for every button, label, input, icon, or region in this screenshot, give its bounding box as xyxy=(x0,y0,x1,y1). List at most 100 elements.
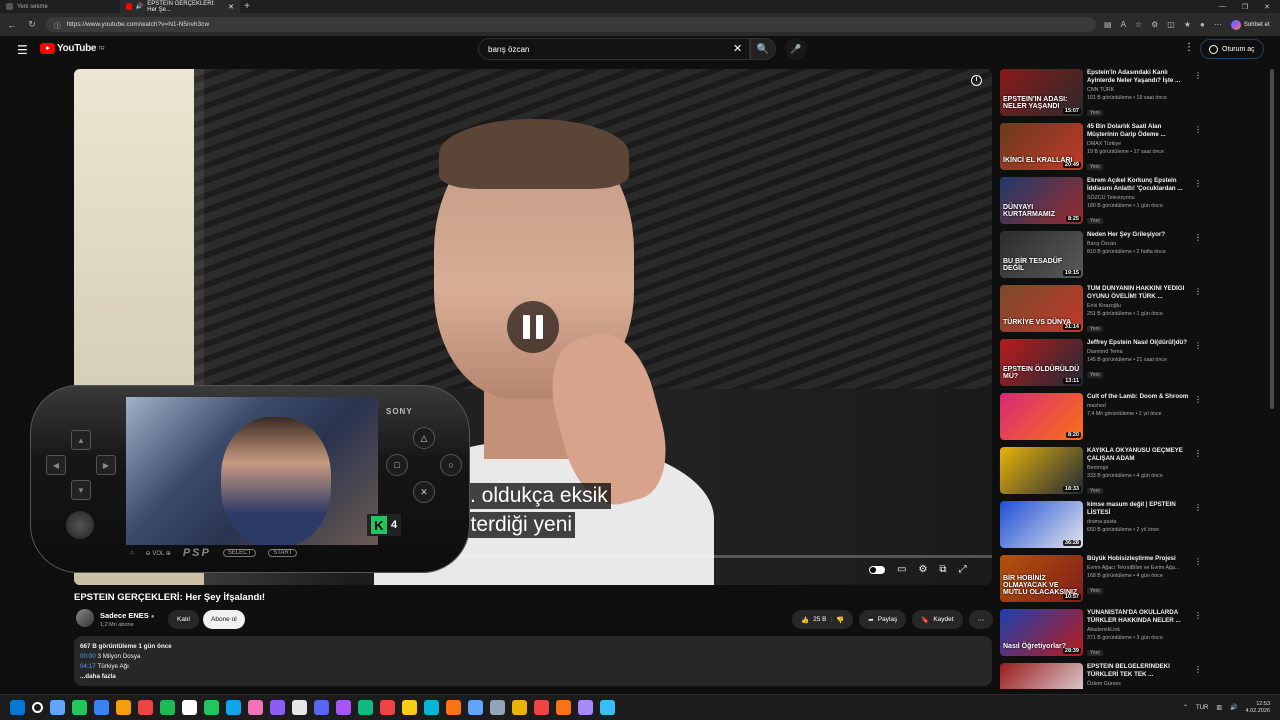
recommendation-thumbnail[interactable]: EPSTEIN'IN ADASI: NELER YAŞANDI 15:07 xyxy=(1000,69,1083,116)
recommendation-menu-icon[interactable]: ⋮ xyxy=(1194,449,1202,458)
tray-chevron-icon[interactable]: ⌃ xyxy=(1183,704,1188,711)
discord-icon[interactable] xyxy=(314,700,329,715)
more-icon[interactable]: ⋯ xyxy=(1214,20,1222,29)
search-icon[interactable] xyxy=(32,702,43,713)
spotify-icon[interactable] xyxy=(160,700,175,715)
refresh-icon[interactable]: ↻ xyxy=(26,19,38,30)
recommendation-channel[interactable]: Enis Kirazoğlu xyxy=(1087,303,1192,309)
new-tab-button[interactable]: + xyxy=(240,1,254,12)
recommendation-menu-icon[interactable]: ⋮ xyxy=(1194,71,1202,80)
recommendation-item[interactable]: EPSTEIN ÖLDÜRÜLDÜ MÜ? 13:11 Jeffrey Epst… xyxy=(1000,339,1210,393)
read-aloud-icon[interactable]: A xyxy=(1121,20,1126,29)
recommendation-title[interactable]: KAYIKLA OKYANUSU GEÇMEYE ÇALIŞAN ADAM xyxy=(1087,447,1192,463)
recommendation-title[interactable]: TÜM DÜNYANIN HAKKINI YEDİĞİ OYUNU ÖVELİM… xyxy=(1087,285,1192,301)
recommendation-thumbnail[interactable]: DÜNYAYI KURTARMAMIZ 8:25 xyxy=(1000,177,1083,224)
recommendation-menu-icon[interactable]: ⋮ xyxy=(1194,341,1202,350)
recommendation-item[interactable]: İKİNCİ EL KRALLARI 20:49 45 Bin Dolarlık… xyxy=(1000,123,1210,177)
subscribe-button[interactable]: Abone ol xyxy=(203,610,245,629)
recommendation-channel[interactable]: Özlem Gürses xyxy=(1087,681,1192,687)
recommendation-menu-icon[interactable]: ⋮ xyxy=(1194,557,1202,566)
thumbs-down-icon[interactable]: 👎 xyxy=(836,616,844,624)
recommendation-thumbnail[interactable]: BU BİR TESADÜF DEĞİL 19:15 xyxy=(1000,231,1083,278)
xbox-icon[interactable] xyxy=(204,700,219,715)
recommendation-channel[interactable]: mashed xyxy=(1087,403,1192,409)
join-button[interactable]: Katıl xyxy=(168,610,200,629)
recommendation-menu-icon[interactable]: ⋮ xyxy=(1194,287,1202,296)
recommendation-item[interactable]: Nasıl Öğretiyorlar? 28:39 YUNANİSTAN'DA … xyxy=(1000,609,1210,663)
recommendation-title[interactable]: 45 Bin Dolarlık Saati Alan Müşterinin Ga… xyxy=(1087,123,1192,139)
voice-search-button[interactable]: 🎤 xyxy=(785,38,807,60)
miniplayer-icon[interactable]: ⧉ xyxy=(939,564,946,575)
app-icon[interactable] xyxy=(556,700,571,715)
edge-icon[interactable] xyxy=(94,700,109,715)
recommendation-item[interactable]: BU BİR TESADÜF DEĞİL 19:15 Neden Her Şey… xyxy=(1000,231,1210,285)
page-scrollbar[interactable] xyxy=(1270,69,1274,409)
language-indicator[interactable]: TUR xyxy=(1196,705,1208,711)
back-icon[interactable]: ← xyxy=(6,20,18,30)
recommendation-thumbnail[interactable]: EPSTEIN BELGELERİNDEKİ xyxy=(1000,663,1083,689)
app-icon[interactable] xyxy=(534,700,549,715)
folder-icon[interactable] xyxy=(116,700,131,715)
app-icon[interactable] xyxy=(424,700,439,715)
recommendation-channel[interactable]: Diamond Tema xyxy=(1087,349,1192,355)
recommendation-item[interactable]: EPSTEIN BELGELERİNDEKİ EPSTEIN BELGELERİ… xyxy=(1000,663,1210,689)
recommendation-title[interactable]: Epstein'in Adasındaki Kanlı Ayinlerde Ne… xyxy=(1087,69,1192,85)
recommendation-channel[interactable]: Evrim Ağacı TeknoBilim ve Evrim Ağa... xyxy=(1087,565,1192,571)
chapter-timestamp[interactable]: 04:17 xyxy=(80,663,96,670)
app-icon[interactable] xyxy=(336,700,351,715)
obs-icon[interactable] xyxy=(270,700,285,715)
app-icon[interactable] xyxy=(402,700,417,715)
recommendation-title[interactable]: EPSTEIN BELGELERİNDEKİ TÜRKLERİ TEK TEK … xyxy=(1087,663,1192,679)
close-window-button[interactable]: ✕ xyxy=(1264,3,1270,11)
recommendation-thumbnail[interactable]: 36:28 xyxy=(1000,501,1083,548)
menu-icon[interactable]: ☰ xyxy=(17,43,28,57)
site-info-icon[interactable]: ⓘ xyxy=(54,20,61,30)
recommendation-thumbnail[interactable]: EPSTEIN ÖLDÜRÜLDÜ MÜ? 13:11 xyxy=(1000,339,1083,386)
recommendation-thumbnail[interactable]: İKİNCİ EL KRALLARI 20:49 xyxy=(1000,123,1083,170)
recommendation-menu-icon[interactable]: ⋮ xyxy=(1194,125,1202,134)
recommendation-thumbnail[interactable]: Nasıl Öğretiyorlar? 28:39 xyxy=(1000,609,1083,656)
subtitles-icon[interactable]: ▭ xyxy=(897,564,906,575)
tab-close-icon[interactable]: ✕ xyxy=(228,3,234,11)
app-icon[interactable] xyxy=(512,700,527,715)
fullscreen-icon[interactable]: ⤢ xyxy=(959,564,967,575)
recommendation-title[interactable]: Neden Her Şey Grileşiyor? xyxy=(1087,231,1192,239)
recommendation-item[interactable]: EPSTEIN'IN ADASI: NELER YAŞANDI 15:07 Ep… xyxy=(1000,69,1210,123)
recommendation-channel[interactable]: drama pasta xyxy=(1087,519,1192,525)
recommendation-item[interactable]: TÜRKİYE VS DÜNYA 31:14 TÜM DÜNYANIN HAKK… xyxy=(1000,285,1210,339)
network-icon[interactable]: ▥ xyxy=(1216,704,1222,711)
favorite-star-icon[interactable]: ☆ xyxy=(1135,20,1142,29)
split-icon[interactable]: ◫ xyxy=(1167,20,1175,29)
reader-icon[interactable]: ▤ xyxy=(1104,20,1112,29)
show-more-link[interactable]: ...daha fazla xyxy=(80,672,986,682)
recommendation-menu-icon[interactable]: ⋮ xyxy=(1194,503,1202,512)
info-icon[interactable]: i xyxy=(971,75,982,86)
app-icon[interactable] xyxy=(182,700,197,715)
share-button[interactable]: ➦ Paylaş xyxy=(859,610,907,629)
app-icon[interactable] xyxy=(380,700,395,715)
recommendation-channel[interactable]: Barış Özcan xyxy=(1087,241,1192,247)
recommendation-title[interactable]: YUNANİSTAN'DA OKULLARDA TÜRKLER HAKKINDA… xyxy=(1087,609,1192,625)
save-button[interactable]: 🔖 Kaydet xyxy=(912,610,963,629)
media-icon[interactable] xyxy=(292,700,307,715)
vlc-icon[interactable] xyxy=(138,700,153,715)
recommendation-thumbnail[interactable]: 8:20 xyxy=(1000,393,1083,440)
recommendation-title[interactable]: Jeffrey Epstein Nasıl Öl(dürül)dü? xyxy=(1087,339,1192,347)
extensions-icon[interactable]: ⚙ xyxy=(1151,20,1158,29)
recommendation-channel[interactable]: AkademikLink xyxy=(1087,627,1192,633)
recommendation-thumbnail[interactable]: BİR HOBİNİZ OLMAYACAK VE MUTLU OLACAKSIN… xyxy=(1000,555,1083,602)
app-icon[interactable] xyxy=(358,700,373,715)
windows-start-icon[interactable] xyxy=(10,700,25,715)
photos-icon[interactable] xyxy=(248,700,263,715)
terminal-icon[interactable] xyxy=(226,700,241,715)
maximize-button[interactable]: ❐ xyxy=(1242,3,1248,11)
channel-name[interactable]: Sadece ENES ● xyxy=(100,611,155,620)
recommendation-thumbnail[interactable]: TÜRKİYE VS DÜNYA 31:14 xyxy=(1000,285,1083,332)
channel-avatar[interactable] xyxy=(76,609,94,627)
search-button[interactable]: 🔍 xyxy=(750,38,776,60)
settings-kebab-icon[interactable]: ⋮ xyxy=(1184,42,1194,53)
favorites-icon[interactable]: ★ xyxy=(1184,20,1191,29)
app-icon[interactable] xyxy=(578,700,593,715)
signin-button[interactable]: Oturum aç xyxy=(1200,39,1264,59)
youtube-logo[interactable]: YouTube TR xyxy=(40,43,105,54)
